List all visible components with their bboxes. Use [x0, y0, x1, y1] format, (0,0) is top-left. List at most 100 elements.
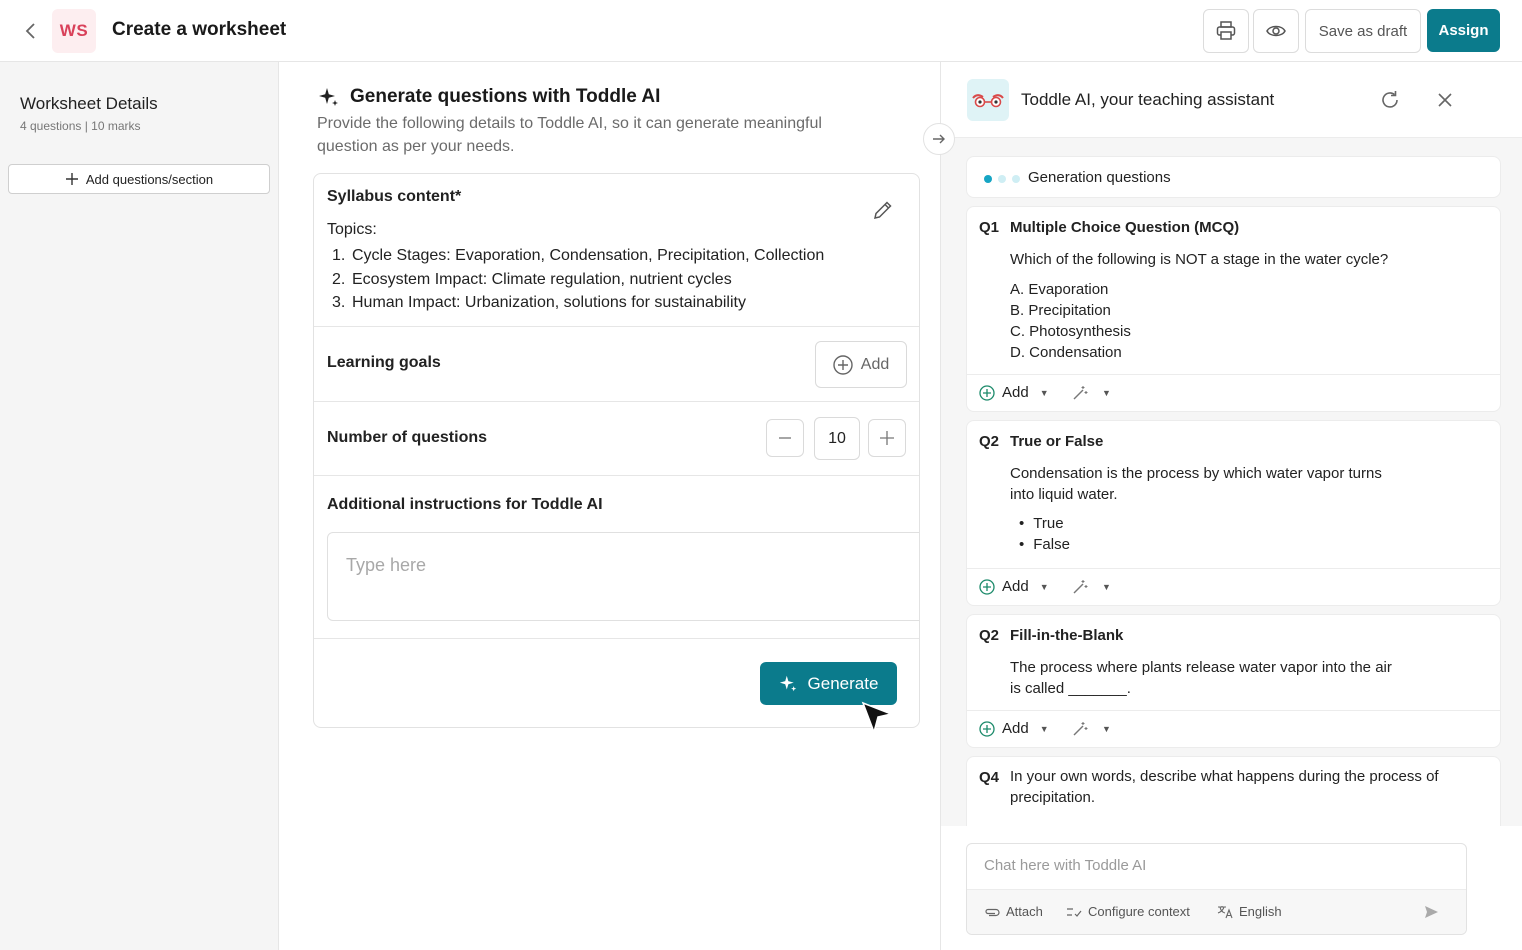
instructions-section: Additional instructions for Toddle AI Ty…	[314, 476, 919, 639]
learning-goals-label: Learning goals	[327, 354, 441, 371]
question-actions: Add ▼ ▼	[967, 568, 1500, 606]
worksheet-badge: WS	[52, 9, 96, 53]
close-icon[interactable]	[1434, 89, 1456, 116]
add-to-worksheet-button[interactable]: Add ▼	[979, 578, 1049, 595]
magic-wand-menu[interactable]: ▼	[1072, 579, 1111, 595]
generator-panel: Generate questions with Toddle AI Provid…	[279, 62, 955, 950]
option-item: B. Precipitation	[1010, 302, 1111, 319]
question-text: Condensation is the process by which wat…	[1010, 465, 1382, 503]
magic-wand-menu[interactable]: ▼	[1072, 721, 1111, 737]
learning-goals-section: Learning goals Add	[314, 327, 919, 402]
topic-list: 1. Cycle Stages: Evaporation, Condensatio…	[327, 244, 824, 315]
magic-wand-icon	[1073, 386, 1088, 400]
question-text: Which of the following is NOT a stage in…	[1010, 251, 1389, 268]
topic-item: 3. Human Impact: Urbanization, solutions …	[332, 294, 746, 311]
page-title: Create a worksheet	[112, 19, 287, 40]
top-bar: WS Create a worksheet Save as draft Assi…	[0, 0, 1522, 62]
plus-circle-icon	[979, 720, 995, 737]
magic-wand-icon	[1073, 580, 1088, 594]
question-header: Q2 True or False	[979, 433, 1104, 450]
question-card: Q2 Fill-in-the-Blank The process where pl…	[966, 614, 1501, 748]
option-item: True	[1019, 513, 1070, 534]
topic-item: 1. Cycle Stages: Evaporation, Condensatio…	[332, 247, 825, 264]
loading-dots	[984, 175, 1020, 183]
plus-icon	[65, 173, 78, 185]
add-learning-goal-button[interactable]: Add	[815, 341, 907, 388]
chat-input[interactable]: Chat here with Toddle AI	[984, 857, 1146, 874]
ai-assistant-panel: Toddle AI, your teaching assistant Gener…	[940, 62, 1522, 950]
option-list: A. Evaporation B. Precipitation C. Photo…	[1010, 279, 1131, 363]
arrow-right-icon	[933, 134, 945, 144]
send-icon[interactable]	[1423, 904, 1439, 925]
instructions-placeholder: Type here	[346, 555, 427, 575]
option-item: A. Evaporation	[1010, 281, 1109, 298]
worksheet-summary: 4 questions | 10 marks	[20, 119, 141, 133]
preview-button[interactable]	[1253, 9, 1299, 53]
number-of-questions-label: Number of questions	[327, 429, 488, 446]
generate-button[interactable]: Generate	[760, 662, 897, 705]
add-to-worksheet-button[interactable]: Add ▼	[979, 720, 1049, 737]
question-header: Q1 Multiple Choice Question (MCQ)	[979, 219, 1240, 236]
print-button[interactable]	[1203, 9, 1249, 53]
language-button[interactable]: English	[1217, 904, 1282, 919]
number-of-questions-section: Number of questions 10	[314, 402, 919, 476]
plus-icon	[880, 431, 894, 445]
ai-conversation: Generation questions Q1 Multiple Choice Q…	[941, 138, 1522, 826]
configure-context-button[interactable]: Configure context	[1066, 904, 1190, 919]
increment-button[interactable]	[868, 419, 906, 457]
generator-title: Generate questions with Toddle AI	[350, 86, 661, 107]
question-count-field[interactable]: 10	[814, 417, 860, 460]
add-to-worksheet-button[interactable]: Add ▼	[979, 384, 1049, 401]
sidebar: Worksheet Details 4 questions | 10 marks…	[0, 62, 279, 950]
magic-wand-icon	[1073, 722, 1088, 736]
mouse-cursor-icon	[860, 700, 894, 741]
back-arrow-icon[interactable]	[18, 19, 42, 43]
plus-circle-icon	[833, 354, 853, 375]
eye-icon	[1266, 25, 1286, 37]
save-draft-button[interactable]: Save as draft	[1305, 9, 1421, 53]
syllabus-label: Syllabus content*	[327, 188, 462, 205]
ai-panel-header: Toddle AI, your teaching assistant	[941, 62, 1522, 138]
attach-button[interactable]: Attach	[984, 904, 1043, 919]
chat-toolbar: Attach Configure context English	[967, 889, 1466, 934]
plus-circle-icon	[979, 384, 995, 401]
question-actions: Add ▼ ▼	[967, 710, 1500, 748]
assign-button[interactable]: Assign	[1427, 9, 1500, 52]
magic-wand-menu[interactable]: ▼	[1072, 385, 1111, 401]
collapse-panel-button[interactable]	[923, 123, 955, 155]
ai-panel-title: Toddle AI, your teaching assistant	[1021, 90, 1275, 109]
printer-icon	[1216, 21, 1236, 40]
question-actions: Add ▼ ▼	[967, 374, 1500, 412]
add-questions-button[interactable]: Add questions/section	[8, 164, 270, 194]
sparkle-icon	[318, 86, 340, 113]
chat-composer: Chat here with Toddle AI Attach Configur…	[966, 843, 1467, 935]
instructions-label: Additional instructions for Toddle AI	[327, 496, 603, 513]
add-label: Add	[860, 355, 890, 373]
option-list: True False	[1019, 513, 1070, 555]
worksheet-details-title: Worksheet Details	[20, 94, 158, 113]
instructions-input[interactable]: Type here	[327, 532, 919, 621]
question-card: Q1 Multiple Choice Question (MCQ) Which o…	[966, 206, 1501, 412]
translate-icon	[1217, 905, 1233, 918]
paperclip-icon	[985, 908, 1000, 916]
question-card: Q4 In your own words, describe what happ…	[966, 756, 1501, 826]
status-text: Generation questions	[1028, 169, 1171, 186]
question-header: Q2 Fill-in-the-Blank	[979, 627, 1124, 644]
question-card: Q2 True or False Condensation is the proc…	[966, 420, 1501, 606]
pencil-icon[interactable]	[872, 199, 894, 226]
option-item: False	[1019, 534, 1070, 555]
refresh-icon[interactable]	[1379, 89, 1401, 116]
add-questions-label: Add questions/section	[85, 171, 214, 187]
option-item: D. Condensation	[1010, 344, 1122, 361]
plus-circle-icon	[979, 578, 995, 595]
decrement-button[interactable]	[766, 419, 804, 457]
minus-icon	[779, 437, 791, 439]
generation-status: Generation questions	[966, 156, 1501, 198]
checklist-icon	[1067, 907, 1082, 917]
generator-description: Provide the following details to Toddle …	[317, 115, 822, 155]
syllabus-section: Syllabus content* Topics: 1. Cycle Stages…	[314, 174, 919, 327]
option-item: C. Photosynthesis	[1010, 323, 1131, 340]
question-text: In your own words, describe what happens…	[1010, 768, 1439, 806]
sparkle-icon	[779, 675, 796, 692]
toddle-ai-avatar	[967, 79, 1009, 121]
